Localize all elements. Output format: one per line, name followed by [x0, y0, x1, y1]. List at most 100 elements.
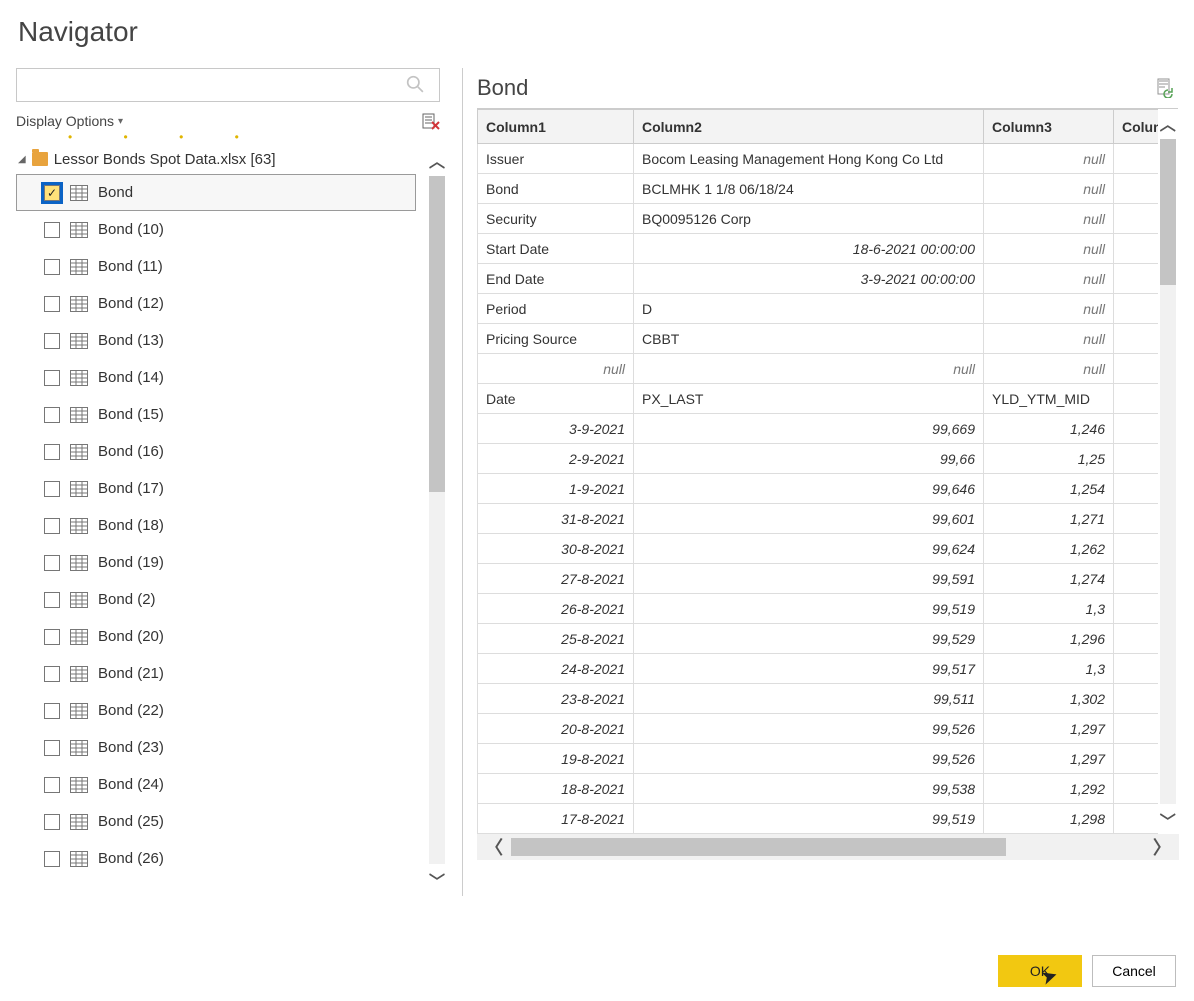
- table-icon: [70, 777, 88, 793]
- tree-item-checkbox[interactable]: [44, 555, 60, 571]
- scroll-up-icon[interactable]: ︿: [1160, 111, 1176, 135]
- table-icon: [70, 185, 88, 201]
- tree-item[interactable]: Bond (21): [16, 655, 426, 692]
- tree-item[interactable]: Bond (14): [16, 359, 426, 396]
- dialog-footer: OK Cancel ➤: [998, 955, 1176, 987]
- cell: [1114, 384, 1158, 414]
- scroll-down-icon[interactable]: ﹀: [1160, 808, 1176, 832]
- tree-item-checkbox[interactable]: [44, 592, 60, 608]
- cell: 31-8-2021: [478, 504, 634, 534]
- tree-scrollbar[interactable]: ︿ ﹀: [426, 144, 448, 896]
- tree-item[interactable]: Bond (17): [16, 470, 426, 507]
- scroll-thumb[interactable]: [1160, 139, 1176, 285]
- cell: 1,246: [984, 414, 1114, 444]
- tree-item[interactable]: Bond (13): [16, 322, 426, 359]
- column-header[interactable]: Column1: [478, 110, 634, 144]
- tree-item[interactable]: Bond (22): [16, 692, 426, 729]
- cell: [1114, 774, 1158, 804]
- tree-item[interactable]: Bond (25): [16, 803, 426, 840]
- tree-item[interactable]: Bond (15): [16, 396, 426, 433]
- table-row: 26-8-202199,5191,3: [478, 594, 1158, 624]
- cell: null: [984, 354, 1114, 384]
- cell: Bond: [478, 174, 634, 204]
- refresh-preview-icon[interactable]: [1156, 78, 1174, 98]
- tree-item-checkbox[interactable]: [44, 444, 60, 460]
- tree-item[interactable]: Bond (19): [16, 544, 426, 581]
- tree-item-checkbox[interactable]: [44, 407, 60, 423]
- cell: [1114, 174, 1158, 204]
- tree-item-label: Bond (13): [98, 332, 164, 349]
- search-input[interactable]: [16, 68, 440, 102]
- tree-item-checkbox[interactable]: [44, 777, 60, 793]
- tree-item[interactable]: Bond (10): [16, 211, 426, 248]
- tree-item-checkbox[interactable]: [44, 518, 60, 534]
- tree-item-checkbox[interactable]: ✓: [44, 185, 60, 201]
- cell: 19-8-2021: [478, 744, 634, 774]
- cell: 20-8-2021: [478, 714, 634, 744]
- grid-scrollbar-vertical[interactable]: ︿ ﹀: [1158, 109, 1179, 834]
- tree-item-checkbox[interactable]: [44, 666, 60, 682]
- tree-item[interactable]: Bond (23): [16, 729, 426, 766]
- scroll-track[interactable]: [1160, 139, 1176, 804]
- table-icon: [70, 703, 88, 719]
- scroll-thumb[interactable]: [511, 838, 1006, 856]
- tree-item[interactable]: Bond (26): [16, 840, 426, 877]
- cell: [1114, 594, 1158, 624]
- tree-item[interactable]: Bond (20): [16, 618, 426, 655]
- tree-item-checkbox[interactable]: [44, 222, 60, 238]
- cell: Issuer: [478, 144, 634, 174]
- tree-item-checkbox[interactable]: [44, 740, 60, 756]
- clear-selection-icon[interactable]: [422, 112, 440, 130]
- tree-item-checkbox[interactable]: [44, 851, 60, 867]
- column-header[interactable]: Column2: [634, 110, 984, 144]
- scroll-track[interactable]: [511, 838, 1145, 856]
- table-row: 17-8-202199,5191,298: [478, 804, 1158, 834]
- tree-item-label: Bond (12): [98, 295, 164, 312]
- cell: 99,646: [634, 474, 984, 504]
- tree-item-checkbox[interactable]: [44, 814, 60, 830]
- table-icon: [70, 333, 88, 349]
- column-header[interactable]: Column4: [1114, 110, 1158, 144]
- tree-item[interactable]: Bond (11): [16, 248, 426, 285]
- grid-scrollbar-horizontal[interactable]: 〈 〉: [477, 834, 1179, 860]
- cell: 1,271: [984, 504, 1114, 534]
- tree-item-label: Bond (14): [98, 369, 164, 386]
- table-row: 2-9-202199,661,25: [478, 444, 1158, 474]
- tree-item-checkbox[interactable]: [44, 703, 60, 719]
- scroll-thumb[interactable]: [429, 176, 445, 492]
- tree-item[interactable]: Bond (16): [16, 433, 426, 470]
- cell: 1,254: [984, 474, 1114, 504]
- tree-item[interactable]: Bond (12): [16, 285, 426, 322]
- column-header[interactable]: Column3: [984, 110, 1114, 144]
- tree-item-checkbox[interactable]: [44, 296, 60, 312]
- cell: 99,538: [634, 774, 984, 804]
- search-icon[interactable]: [406, 75, 424, 93]
- scroll-down-icon[interactable]: ﹀: [429, 868, 445, 892]
- tree-item[interactable]: Bond (24): [16, 766, 426, 803]
- table-icon: [70, 518, 88, 534]
- cancel-button[interactable]: Cancel: [1092, 955, 1176, 987]
- tree-item-checkbox[interactable]: [44, 629, 60, 645]
- ok-button[interactable]: OK: [998, 955, 1082, 987]
- display-options-dropdown[interactable]: Display Options ▾: [16, 113, 123, 129]
- tree-root[interactable]: ◢ Lessor Bonds Spot Data.xlsx [63]: [16, 144, 426, 174]
- tree-item-checkbox[interactable]: [44, 370, 60, 386]
- cell: 1,3: [984, 654, 1114, 684]
- scroll-track[interactable]: [429, 176, 445, 864]
- cell: [1114, 444, 1158, 474]
- cell: 1,292: [984, 774, 1114, 804]
- scroll-left-icon[interactable]: 〈: [477, 834, 511, 860]
- scroll-right-icon[interactable]: 〉: [1145, 834, 1179, 860]
- tree-item-checkbox[interactable]: [44, 259, 60, 275]
- cell: 1,297: [984, 714, 1114, 744]
- tree-item-checkbox[interactable]: [44, 481, 60, 497]
- tree-item[interactable]: ✓Bond: [16, 174, 416, 211]
- table-row: IssuerBocom Leasing Management Hong Kong…: [478, 144, 1158, 174]
- cell: null: [984, 234, 1114, 264]
- scroll-up-icon[interactable]: ︿: [429, 148, 445, 172]
- tree-item-checkbox[interactable]: [44, 333, 60, 349]
- expand-collapse-icon[interactable]: ◢: [18, 154, 26, 165]
- table-row: Pricing SourceCBBTnull: [478, 324, 1158, 354]
- tree-item[interactable]: Bond (2): [16, 581, 426, 618]
- tree-item[interactable]: Bond (18): [16, 507, 426, 544]
